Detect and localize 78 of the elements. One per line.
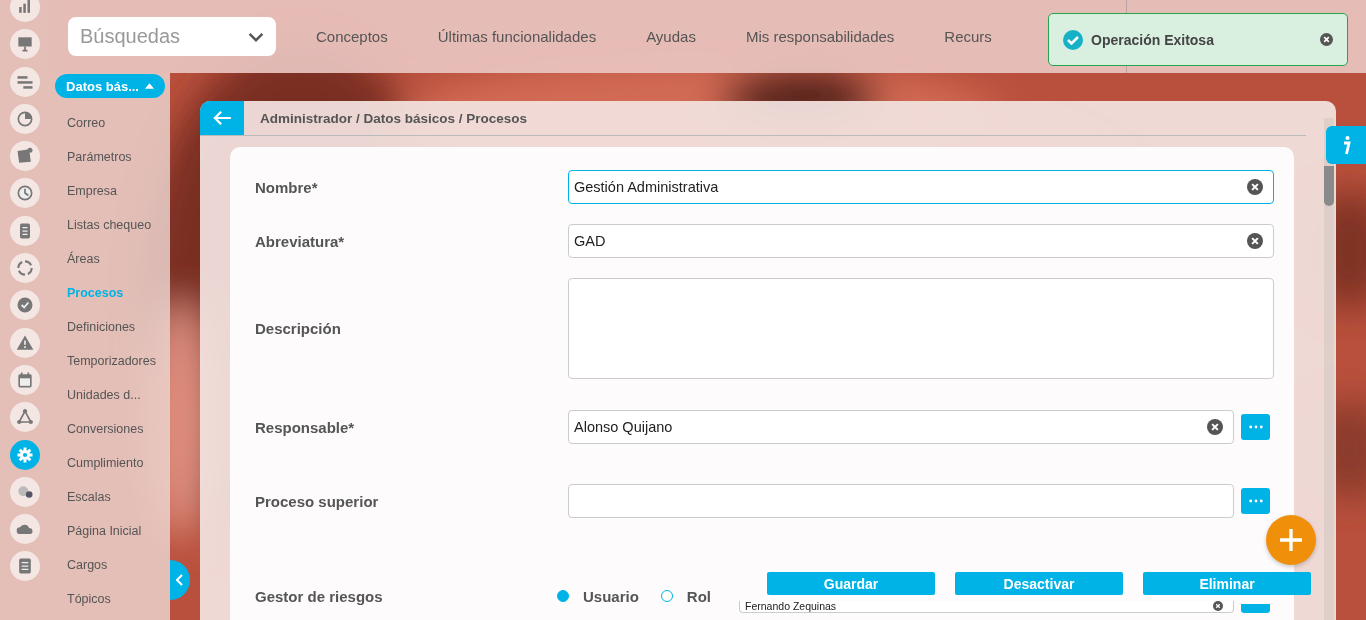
menu-button[interactable]: [10, 551, 40, 582]
sidebar-item[interactable]: Definiciones: [67, 310, 170, 344]
sidebar-item[interactable]: Cumplimiento: [67, 446, 170, 480]
ellipsis-icon: [1248, 425, 1263, 429]
back-button[interactable]: [200, 101, 244, 135]
input-field[interactable]: GAD: [568, 224, 1274, 258]
sidebar-item[interactable]: Áreas: [67, 242, 170, 276]
sidebar-item[interactable]: Temporizadores: [67, 344, 170, 378]
sidebar-item[interactable]: Unidades d...: [67, 378, 170, 412]
scrollbar-thumb[interactable]: [1324, 166, 1334, 206]
input-field[interactable]: Gestión Administrativa: [568, 170, 1274, 204]
nav-link[interactable]: Mis responsabilidades: [745, 28, 895, 45]
action-button[interactable]: Eliminar: [1143, 572, 1311, 595]
sidebar-item[interactable]: Cargos: [67, 548, 170, 582]
input-field[interactable]: Alonso Quijano: [568, 410, 1234, 444]
field-label: Gestor de riesgos: [255, 587, 384, 605]
clear-icon[interactable]: [1247, 233, 1263, 249]
menu-button[interactable]: [10, 141, 40, 172]
scrollbar[interactable]: [1324, 118, 1334, 620]
nav-link[interactable]: Conceptos: [316, 28, 388, 45]
plus-icon: [1280, 529, 1302, 551]
sidebar-item[interactable]: Correo: [67, 106, 170, 140]
menu-button[interactable]: [10, 402, 40, 433]
info-button[interactable]: [1326, 126, 1366, 164]
more-button[interactable]: [1241, 414, 1270, 440]
search-dropdown[interactable]: Búsquedas: [68, 17, 276, 56]
sidebar-item[interactable]: Página Inicial: [67, 514, 170, 548]
menu-button[interactable]: [10, 103, 40, 134]
field-label: Nombre*: [255, 178, 319, 196]
input-field[interactable]: [568, 484, 1234, 518]
menu-button[interactable]: [10, 476, 40, 507]
radio-button[interactable]: [557, 590, 569, 602]
close-icon[interactable]: [1320, 33, 1333, 46]
menu-button[interactable]: [10, 178, 40, 209]
cycle-icon: [15, 258, 35, 279]
more-button[interactable]: [1241, 488, 1270, 514]
menu-button[interactable]: [10, 66, 40, 97]
ellipsis-icon: [1248, 499, 1263, 503]
input-field[interactable]: Fernando Zequinas: [739, 601, 1234, 613]
module-button[interactable]: Datos bás...: [55, 74, 165, 98]
nav-link[interactable]: Recurs: [944, 28, 992, 45]
menu-button[interactable]: [10, 290, 40, 321]
toast-message: Operación Exitosa: [1091, 31, 1214, 48]
radio-button[interactable]: [660, 590, 673, 602]
menu-button[interactable]: [10, 514, 40, 545]
field-label: Proceso superior: [255, 492, 380, 510]
clear-icon[interactable]: [1213, 601, 1223, 611]
sidebar-item[interactable]: Listas chequeo: [67, 208, 170, 242]
breadcrumb: Administrador / Datos básicos / Procesos: [260, 110, 528, 126]
sidebar-item[interactable]: Parámetros: [67, 140, 170, 174]
sidebar-item[interactable]: Tópicos: [67, 582, 170, 616]
nav-link[interactable]: Últimas funcionalidades: [437, 28, 597, 45]
nav-link[interactable]: Ayudas: [646, 28, 696, 45]
info-icon: [1341, 135, 1351, 155]
field-label: Abreviatura*: [255, 232, 346, 250]
radio-option[interactable]: Usuario: [557, 587, 639, 605]
chevron-down-icon: [248, 31, 264, 42]
action-button[interactable]: Desactivar: [955, 572, 1123, 595]
presentation-icon: [15, 34, 35, 55]
menu-button[interactable]: [10, 253, 40, 284]
arrow-left-icon: [212, 110, 232, 126]
field-label: Responsable*: [255, 418, 356, 436]
chevron-left-icon: [176, 574, 184, 586]
field-label: Descripción: [255, 320, 342, 337]
menu-button[interactable]: [10, 215, 40, 246]
caret-up-icon: [145, 83, 154, 89]
sidebar-item[interactable]: Escalas: [67, 480, 170, 514]
menu-button[interactable]: [10, 29, 40, 60]
action-button[interactable]: Guardar: [767, 572, 935, 595]
clear-icon[interactable]: [1247, 179, 1263, 195]
clear-icon[interactable]: [1207, 419, 1223, 435]
menu-button[interactable]: [10, 364, 40, 395]
sidebar-item[interactable]: Empresa: [67, 174, 170, 208]
menu-button[interactable]: [10, 327, 40, 358]
menu-button[interactable]: [10, 0, 40, 22]
radio-option[interactable]: Rol: [660, 587, 712, 605]
check-circle-icon: [1063, 29, 1083, 50]
sidebar-item[interactable]: Conversiones: [67, 412, 170, 446]
